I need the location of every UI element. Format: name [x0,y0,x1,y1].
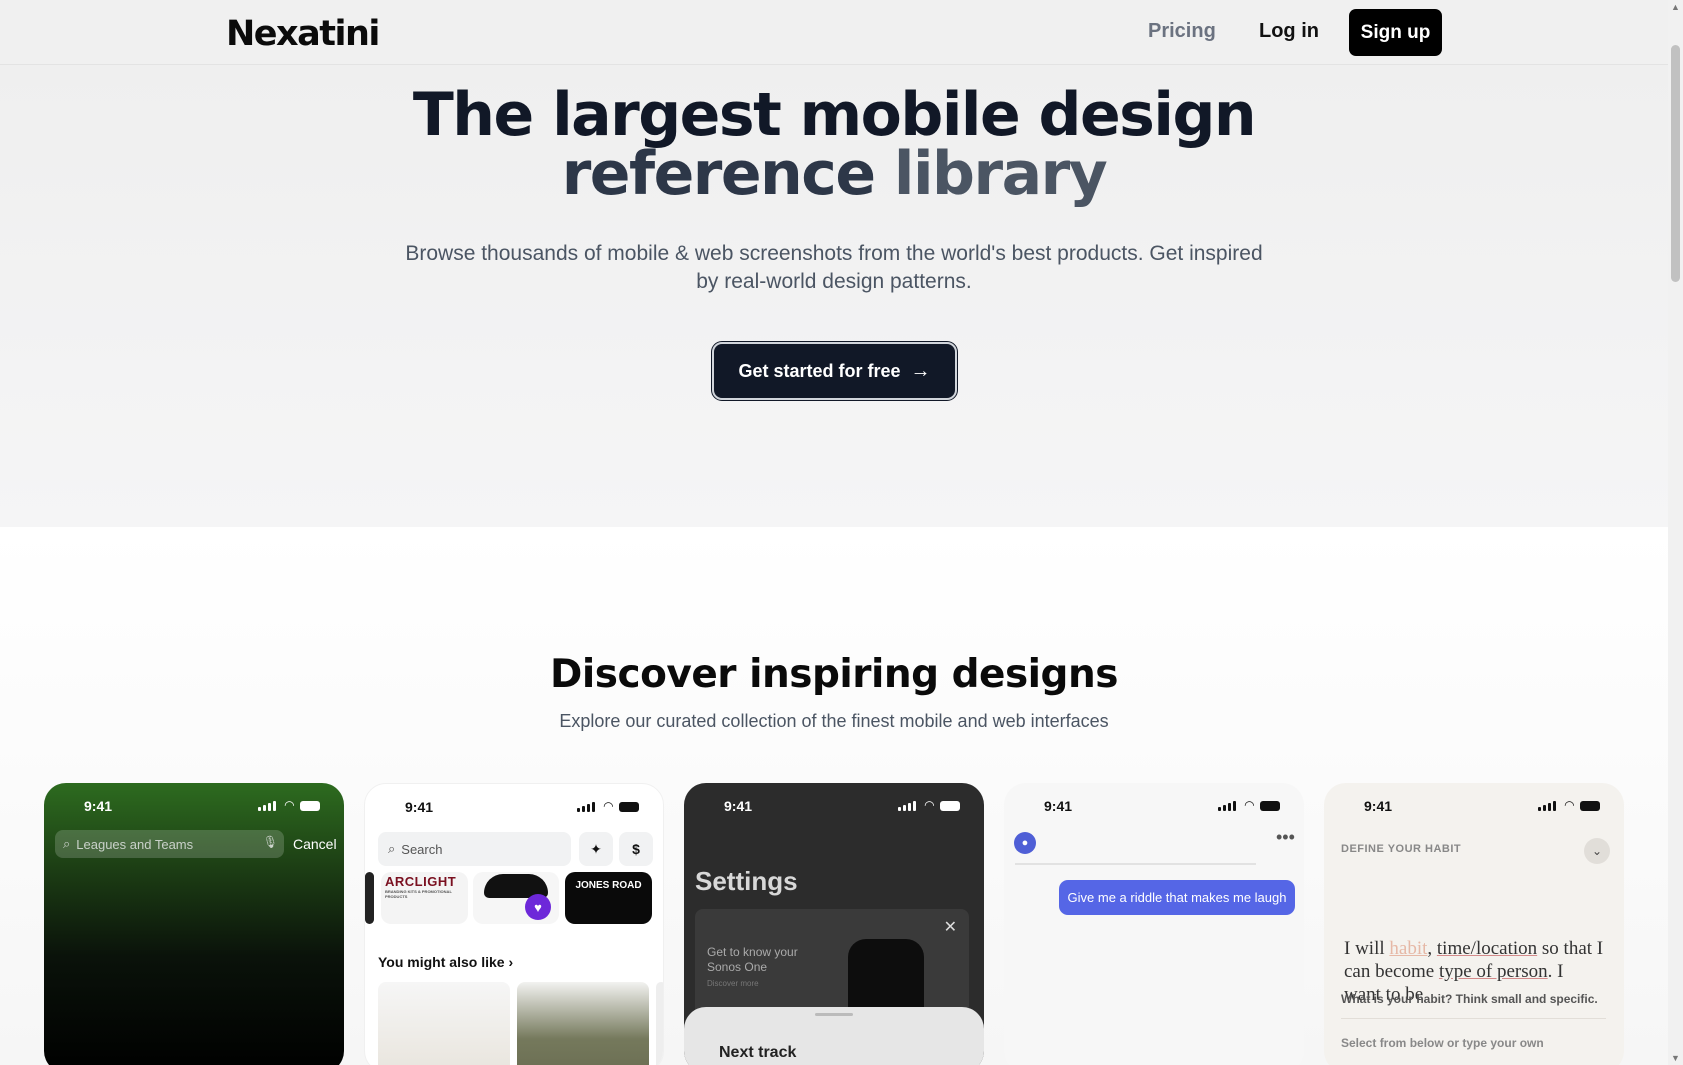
design-card-shop[interactable]: 9:41 ◠ ⌕ Search ✦ $ ARCLIGHT BRANDING KIT… [364,783,664,1065]
hero-title-line2b: library [893,139,1108,209]
get-started-button[interactable]: Get started for free → [712,342,957,400]
sentence-type: type of person [1438,961,1548,982]
brand-tile-arclight: ARCLIGHT BRANDING KITS & PROMOTIONAL PROD… [381,872,468,924]
status-time: 9:41 [1364,798,1393,814]
signup-button[interactable]: Sign up [1349,9,1442,56]
you-might-also-like-heading: You might also like › [378,954,513,970]
sparkle-icon: ✦ [579,832,613,866]
status-bar: 9:41 ◠ [1004,797,1304,817]
brand-arclight-tagline: BRANDING KITS & PROMOTIONAL PRODUCTS [385,889,452,899]
scroll-down-icon[interactable]: ▼ [1671,1053,1680,1063]
sonos-text-1: Get to know your [707,945,798,959]
chat-message-bubble: Give me a riddle that makes me laugh [1059,880,1295,915]
signal-icon [1538,800,1556,811]
wifi-icon: ◠ [924,798,934,812]
hero-subtitle: Browse thousands of mobile & web screens… [405,242,1263,293]
discover-subtitle: Explore our curated collection of the fi… [559,711,1109,731]
wifi-icon: ◠ [1564,798,1574,812]
signal-icon [577,801,595,812]
status-bar: 9:41 ◠ [684,797,984,817]
habit-divider [1341,1018,1606,1019]
dollar-icon: $ [619,832,653,866]
brand-arclight: ARCLIGHT [385,874,457,889]
sentence-time-location: time/location [1436,938,1538,959]
design-card-sports-search[interactable]: 9:41 ◠ ⌕ Leagues and Teams 🎙 Cancel [44,783,344,1065]
search-icon: ⌕ [388,841,396,856]
settings-title: Settings [695,866,798,896]
wifi-icon: ◠ [603,799,613,813]
more-options-icon: ••• [1276,827,1295,847]
close-icon: ✕ [943,919,957,936]
header-divider [1015,863,1256,865]
sentence-comma: , [1427,938,1437,959]
nav-pricing-link[interactable]: Pricing [1148,20,1216,43]
status-time: 9:41 [724,798,753,814]
design-card-habit[interactable]: 9:41 ◠ DEFINE YOUR HABIT ⌄ I will habit,… [1324,783,1624,1065]
wifi-icon: ◠ [1244,798,1254,812]
card1-search-placeholder: Leagues and Teams [76,836,194,852]
arrow-right-icon: → [910,359,931,382]
chevron-down-icon: ⌄ [1584,838,1610,864]
hero-section: The largest mobile design reference libr… [0,65,1668,527]
next-track-label: Next track [719,1044,797,1061]
card2-search-field: ⌕ Search [378,832,571,866]
get-started-label: Get started for free [738,360,901,381]
page-scrollbar[interactable]: ▲ ▼ [1668,0,1683,1065]
habit-select-hint: Select from below or type your own [1341,1036,1544,1050]
battery-icon [1580,801,1600,811]
status-time: 9:41 [1044,798,1073,814]
status-bar: 9:41 ◠ [365,798,663,818]
hero-title-line2a: reference [561,139,894,209]
wifi-icon: ◠ [284,798,294,812]
top-nav: Nexatini Pricing Log in Sign up [0,0,1668,65]
microphone-icon: 🎙 [262,835,278,849]
hero-title-line2: reference library [0,144,1668,204]
scroll-thumb[interactable] [1671,45,1680,282]
chevron-right-icon: › [508,954,514,970]
hero-title: The largest mobile design reference libr… [0,80,1668,204]
battery-icon [300,801,320,811]
sentence-i-will: I will [1344,938,1390,959]
scroll-up-icon[interactable]: ▲ [1671,2,1680,12]
search-icon: ⌕ [63,836,71,851]
card1-search-field: ⌕ Leagues and Teams 🎙 [55,830,284,858]
sonos-panel-small: Discover more [707,979,759,988]
you-might-also-like-label: You might also like [378,954,505,970]
sonos-panel: Get to know your Sonos One Discover more … [695,909,969,1029]
battery-icon [1260,801,1280,811]
battery-icon [619,802,639,812]
product-image-sweater [378,982,510,1065]
status-time: 9:41 [84,798,113,814]
card2-search-placeholder: Search [401,841,443,857]
sheet-grabber [815,1013,853,1016]
status-bar: 9:41 ◠ [44,797,344,817]
habit-question: What is your habit? Think small and spec… [1341,992,1598,1006]
sonos-text-2: Sonos One [707,960,768,974]
login-link[interactable]: Log in [1259,20,1319,43]
sentence-habit: habit [1389,938,1428,959]
card1-cancel: Cancel [293,836,337,852]
status-time: 9:41 [405,799,434,815]
signal-icon [1218,800,1236,811]
product-image-partial [656,982,663,1065]
hero-title-line1: The largest mobile design [412,80,1257,150]
signal-icon [898,800,916,811]
status-bar: 9:41 ◠ [1324,797,1624,817]
define-habit-heading: DEFINE YOUR HABIT [1341,843,1462,855]
signal-icon [258,800,276,811]
design-card-chat[interactable]: 9:41 ◠ ● ••• Give me a riddle that makes… [1004,783,1304,1065]
heart-icon: ♥ [525,894,551,920]
product-image-pants [517,982,649,1065]
discover-title: Discover inspiring designs [550,652,1118,697]
brand-logo[interactable]: Nexatini [226,14,380,54]
user-avatar-icon: ● [1014,832,1036,854]
bottom-sheet: Next track [684,1007,984,1065]
product-tile-partial [365,872,374,924]
battery-icon [940,801,960,811]
brand-tile-jones-road: JONES ROAD [565,872,652,924]
design-card-settings[interactable]: 9:41 ◠ Settings Get to know your Sonos On… [684,783,984,1065]
sonos-panel-text: Get to know your Sonos One [707,945,798,975]
